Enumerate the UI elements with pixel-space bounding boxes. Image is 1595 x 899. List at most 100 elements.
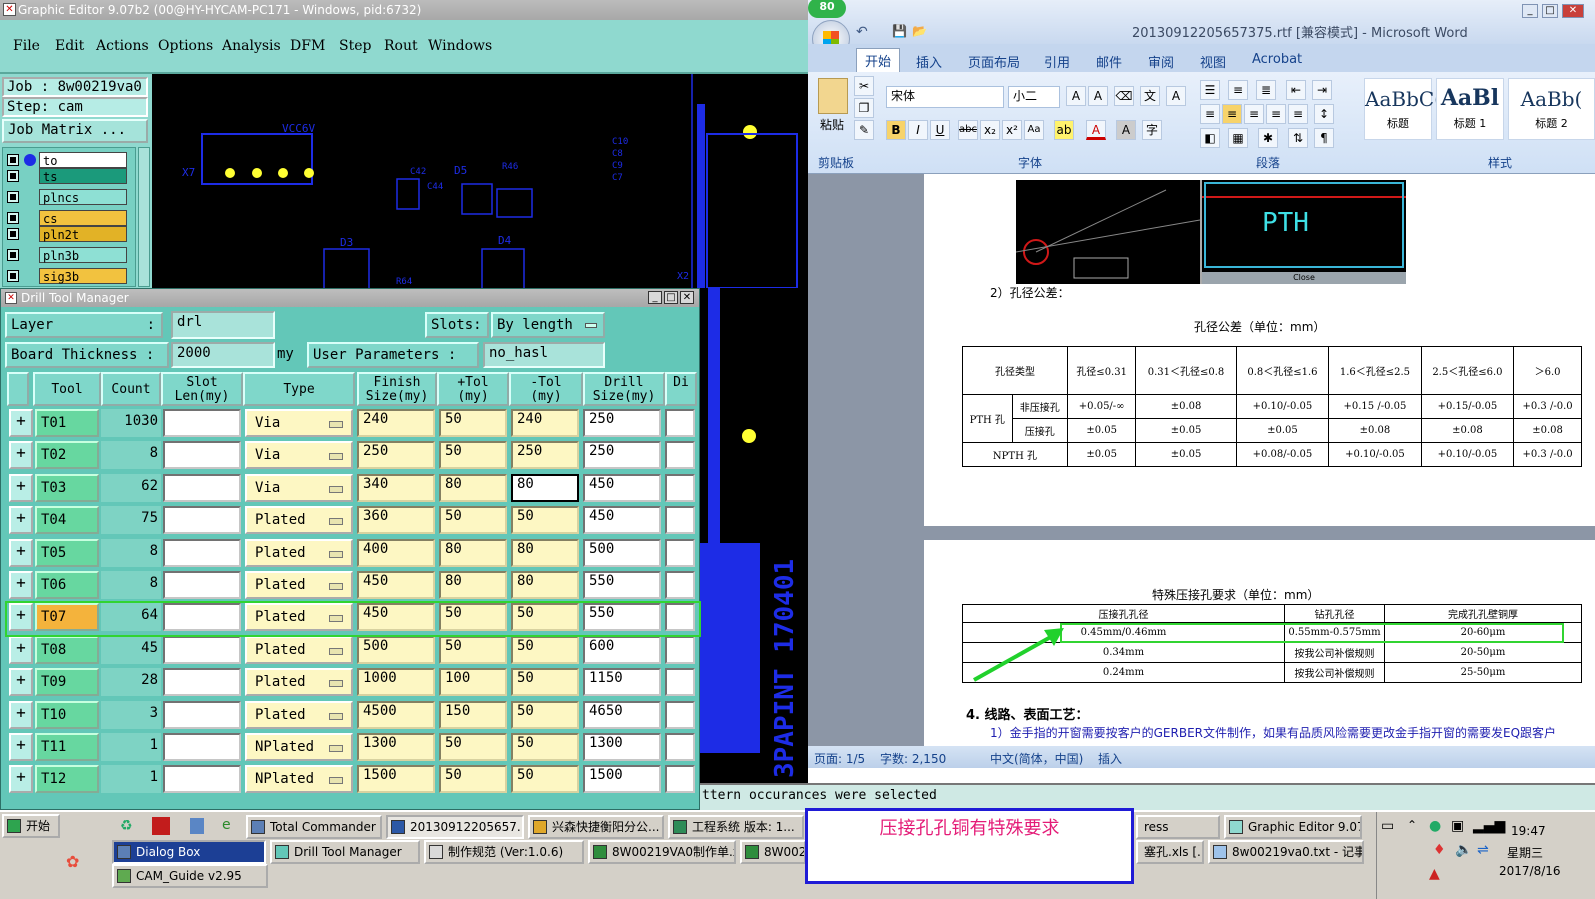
- finish-size-input[interactable]: 450: [357, 571, 435, 599]
- di-input[interactable]: [665, 668, 695, 697]
- quick-access-undo-icon[interactable]: ↶: [856, 24, 868, 40]
- bullets-icon[interactable]: ☰: [1200, 80, 1220, 100]
- minus-tol-input[interactable]: 80: [511, 571, 579, 599]
- slot-length-input[interactable]: [163, 441, 241, 470]
- show-marks-icon[interactable]: ¶: [1314, 128, 1334, 148]
- finish-size-input[interactable]: 400: [357, 538, 435, 567]
- layer-input[interactable]: drl: [171, 311, 275, 339]
- plus-tol-input[interactable]: 50: [439, 635, 507, 664]
- user-params-input[interactable]: no_hasl: [483, 342, 605, 368]
- drill-size-input[interactable]: 250: [583, 441, 661, 470]
- notepad-icon[interactable]: [190, 818, 204, 834]
- header-drill-size[interactable]: Drill Size(my): [583, 372, 665, 406]
- graphic-editor-titlebar[interactable]: ✕ Graphic Editor 9.07b2 (00@HY-HYCAM-PC1…: [0, 0, 808, 20]
- tab-acrobat[interactable]: Acrobat: [1252, 52, 1302, 67]
- finish-size-input[interactable]: 340: [357, 473, 435, 502]
- task-engineering-system[interactable]: 工程系统 版本: 1...: [668, 815, 804, 839]
- char-shading-icon[interactable]: A: [1116, 120, 1136, 140]
- char-border-icon[interactable]: A: [1166, 86, 1186, 106]
- status-page[interactable]: 页面: 1/5: [814, 750, 865, 767]
- sort-icon[interactable]: ⇅: [1288, 128, 1308, 148]
- type-select[interactable]: Plated: [245, 635, 353, 664]
- tool-row[interactable]: + T06 8 Plated 450 80 80 550: [7, 569, 697, 601]
- menu-analysis[interactable]: Analysis: [222, 38, 281, 54]
- paste-icon[interactable]: [818, 78, 848, 114]
- menu-edit[interactable]: Edit: [55, 38, 84, 54]
- subscript-icon[interactable]: x₂: [980, 120, 1000, 140]
- plus-tol-input[interactable]: 50: [439, 409, 507, 437]
- drill-size-input[interactable]: 450: [583, 506, 661, 535]
- strikethrough-icon[interactable]: abc: [958, 120, 978, 140]
- board-thickness-input[interactable]: 2000: [171, 342, 275, 368]
- plus-tol-input[interactable]: 100: [439, 668, 507, 697]
- plus-tol-input[interactable]: 50: [439, 765, 507, 794]
- menu-rout[interactable]: Rout: [384, 38, 418, 54]
- justify-icon[interactable]: ≡: [1266, 104, 1286, 124]
- expand-row-button[interactable]: +: [9, 538, 33, 567]
- header-tool[interactable]: Tool: [33, 372, 101, 406]
- type-select[interactable]: NPlated: [245, 765, 353, 794]
- plus-tol-input[interactable]: 150: [439, 700, 507, 729]
- italic-icon[interactable]: I: [908, 120, 928, 140]
- grow-font-icon[interactable]: A: [1066, 86, 1086, 106]
- menu-actions[interactable]: Actions: [96, 38, 149, 54]
- task-total-commander[interactable]: Total Commander 7....: [246, 815, 382, 839]
- type-select[interactable]: Via: [245, 409, 353, 437]
- slot-length-input[interactable]: [163, 506, 241, 535]
- drill-tool-manager-titlebar[interactable]: ✕ Drill Tool Manager _ □ ✕: [1, 289, 699, 307]
- drill-size-input[interactable]: 4650: [583, 700, 661, 729]
- expand-row-button[interactable]: +: [9, 700, 33, 729]
- menu-options[interactable]: Options: [158, 38, 213, 54]
- drill-size-input[interactable]: 600: [583, 635, 661, 664]
- highlight-icon[interactable]: ab: [1054, 120, 1074, 140]
- font-size-select[interactable]: 小二: [1008, 86, 1060, 108]
- slot-length-input[interactable]: [163, 635, 241, 664]
- font-color-icon[interactable]: A: [1086, 120, 1106, 140]
- task-graphic-editor[interactable]: Graphic Editor 9.07b...: [1224, 815, 1362, 839]
- minus-tol-input[interactable]: 50: [511, 733, 579, 761]
- word-minimize-button[interactable]: _: [1522, 4, 1538, 18]
- task-cam-guide[interactable]: CAM_Guide v2.95: [112, 864, 268, 888]
- tab-mailings[interactable]: 邮件: [1096, 52, 1122, 71]
- plus-tol-input[interactable]: 80: [439, 473, 507, 502]
- job-matrix-button[interactable]: Job Matrix ...: [2, 119, 148, 143]
- di-input[interactable]: [665, 603, 695, 632]
- style-heading-2[interactable]: AaBb( 标题 2: [1508, 78, 1595, 140]
- align-center-icon[interactable]: ≡: [1222, 104, 1242, 124]
- header-type[interactable]: Type: [243, 372, 355, 406]
- line-spacing-icon[interactable]: ↕: [1314, 104, 1334, 124]
- drill-size-input[interactable]: 1150: [583, 668, 661, 697]
- slot-length-input[interactable]: [163, 571, 241, 599]
- finish-size-input[interactable]: 4500: [357, 700, 435, 729]
- plus-tol-input[interactable]: 80: [439, 571, 507, 599]
- type-select[interactable]: Plated: [245, 700, 353, 729]
- tray-volume-icon[interactable]: 🔈: [1455, 842, 1472, 858]
- layer-checkbox[interactable]: [7, 249, 19, 261]
- layer-row-sig3b[interactable]: sig3b: [7, 268, 139, 284]
- slot-length-input[interactable]: [163, 733, 241, 761]
- layer-checkbox[interactable]: [7, 212, 19, 224]
- type-select[interactable]: Plated: [245, 603, 353, 632]
- tool-row[interactable]: + T12 1 NPlated 1500 50 50 1500: [7, 763, 697, 795]
- di-input[interactable]: [665, 441, 695, 470]
- tool-row[interactable]: + T08 45 Plated 500 50 50 600: [7, 634, 697, 666]
- task-notepad[interactable]: 8w00219va0.txt - 记事本: [1208, 840, 1364, 864]
- task-word-doc[interactable]: 20130912205657...: [386, 815, 524, 839]
- superscript-icon[interactable]: x²: [1002, 120, 1022, 140]
- layer-row-cs[interactable]: cs: [7, 210, 139, 226]
- header-plus-tol[interactable]: +Tol (my): [437, 372, 509, 406]
- plus-tol-input[interactable]: 80: [439, 538, 507, 567]
- task-xls-order[interactable]: 8W00219VA0制作单.xls...: [588, 840, 736, 864]
- layer-checkbox[interactable]: [7, 170, 19, 182]
- tool-row[interactable]: + T09 28 Plated 1000 100 50 1150: [7, 666, 697, 698]
- minimize-button[interactable]: _: [648, 291, 662, 304]
- pdf-icon[interactable]: [152, 817, 170, 835]
- menu-windows[interactable]: Windows: [428, 38, 492, 54]
- minus-tol-input[interactable]: 50: [511, 700, 579, 729]
- tool-row[interactable]: + T10 3 Plated 4500 150 50 4650: [7, 699, 697, 731]
- drill-size-input[interactable]: 1500: [583, 765, 661, 794]
- finish-size-input[interactable]: 450: [357, 603, 435, 632]
- task-ress[interactable]: ress: [1136, 815, 1220, 839]
- tab-insert[interactable]: 插入: [916, 52, 942, 71]
- font-name-select[interactable]: 宋体: [886, 86, 1004, 108]
